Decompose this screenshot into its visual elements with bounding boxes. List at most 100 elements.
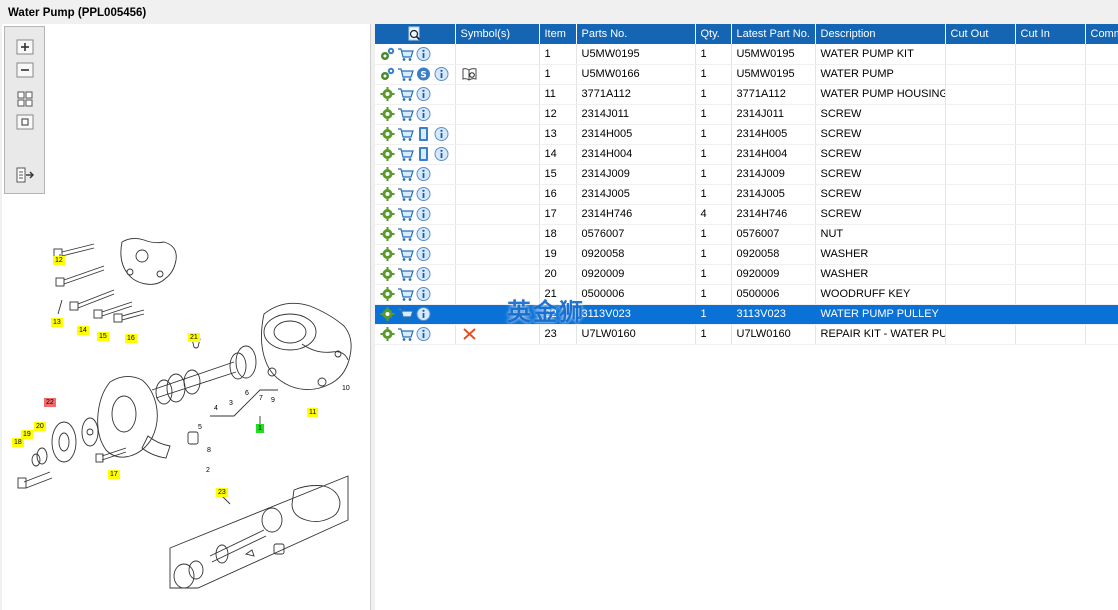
cart-icon[interactable] — [397, 266, 414, 282]
table-row[interactable]: 1 U5MW0195 1 U5MW0195 WATER PUMP KIT — [375, 44, 1118, 65]
info-icon[interactable] — [415, 86, 432, 102]
table-row[interactable]: 23U7LW01601U7LW0160REPAIR KIT - WATER PU… — [375, 324, 1118, 345]
column-header-cut-in[interactable]: Cut In — [1015, 24, 1086, 44]
diagram-number: 5 — [198, 424, 202, 431]
column-header-qty[interactable]: Qty. — [695, 24, 732, 44]
cart-icon[interactable] — [397, 146, 414, 162]
column-header-comment[interactable]: Comment — [1085, 24, 1118, 44]
cart-icon[interactable] — [397, 166, 414, 182]
cart-icon[interactable] — [397, 286, 414, 302]
cart-icon[interactable] — [397, 246, 414, 262]
latest-part-number-cell: 0920009 — [731, 264, 816, 285]
gear-icon[interactable] — [379, 126, 396, 142]
column-header-tools[interactable] — [375, 24, 456, 44]
table-row[interactable]: 13 2314H005 1 2314H005 SCREW — [375, 124, 1118, 145]
gear-icon[interactable] — [379, 306, 396, 322]
gear-icon[interactable] — [379, 86, 396, 102]
callout-13[interactable]: 13 — [51, 318, 63, 327]
table-row[interactable]: 22 3113V023 1 3113V023 WATER PUMP PULLEY — [375, 304, 1118, 325]
illustration-panel[interactable]: 12 13 14 15 16 21 22 20 19 18 17 1 11 23… — [2, 24, 371, 610]
cart-icon[interactable] — [397, 126, 414, 142]
gear-icon[interactable] — [379, 226, 396, 242]
callout-15[interactable]: 15 — [97, 332, 109, 341]
cart-icon[interactable] — [397, 46, 414, 62]
info-icon[interactable] — [415, 266, 432, 282]
zoom-out-icon[interactable] — [14, 60, 36, 80]
callout-22[interactable]: 22 — [44, 398, 56, 407]
document-icon[interactable] — [415, 146, 432, 162]
fit-all-icon[interactable] — [14, 89, 36, 109]
table-row[interactable]: 17 2314H746 4 2314H746 SCREW — [375, 204, 1118, 225]
column-header-item[interactable]: Item — [539, 24, 577, 44]
callout-11[interactable]: 11 — [307, 408, 319, 417]
info-icon[interactable] — [433, 66, 450, 82]
info-icon[interactable] — [415, 206, 432, 222]
column-header-cut-out[interactable]: Cut Out — [945, 24, 1016, 44]
cart-icon[interactable] — [397, 206, 414, 222]
callout-14[interactable]: 14 — [77, 326, 89, 335]
info-icon[interactable] — [415, 306, 432, 322]
cart-icon[interactable] — [397, 306, 414, 322]
cart-icon[interactable] — [397, 326, 414, 342]
gear-icon[interactable] — [379, 106, 396, 122]
table-row[interactable]: 16 2314J005 1 2314J005 SCREW — [375, 184, 1118, 205]
callout-23[interactable]: 23 — [216, 488, 228, 497]
info-icon[interactable] — [415, 226, 432, 242]
description-cell: WATER PUMP — [815, 64, 946, 85]
table-row[interactable]: S 1 U5MW0166 1 U5MW0195 WATER PUMP — [375, 64, 1118, 85]
info-icon[interactable] — [433, 146, 450, 162]
gear-icon[interactable] — [379, 246, 396, 262]
info-icon[interactable] — [433, 126, 450, 142]
configure-icon[interactable] — [379, 66, 396, 82]
table-row[interactable]: 11 3771A112 1 3771A112 WATER PUMP HOUSING — [375, 84, 1118, 105]
info-icon[interactable] — [415, 166, 432, 182]
configure-icon[interactable] — [379, 46, 396, 62]
gear-icon[interactable] — [379, 286, 396, 302]
service-icon[interactable]: S — [415, 66, 432, 82]
info-icon[interactable] — [415, 246, 432, 262]
gear-icon[interactable] — [379, 206, 396, 222]
cart-icon[interactable] — [397, 106, 414, 122]
export-icon[interactable] — [14, 165, 36, 185]
table-row[interactable]: 14 2314H004 1 2314H004 SCREW — [375, 144, 1118, 165]
table-row[interactable]: 19 0920058 1 0920058 WASHER — [375, 244, 1118, 265]
cart-icon[interactable] — [397, 86, 414, 102]
callout-1[interactable]: 1 — [256, 424, 264, 433]
gear-icon[interactable] — [379, 166, 396, 182]
removed-cross-icon[interactable] — [461, 326, 478, 342]
table-row[interactable]: 18 0576007 1 0576007 NUT — [375, 224, 1118, 245]
table-row[interactable]: 15 2314J009 1 2314J009 SCREW — [375, 164, 1118, 185]
cart-icon[interactable] — [397, 186, 414, 202]
gear-icon[interactable] — [379, 266, 396, 282]
callout-17[interactable]: 17 — [108, 470, 120, 479]
info-icon[interactable] — [415, 106, 432, 122]
column-header-latest-part-no[interactable]: Latest Part No. — [731, 24, 816, 44]
column-header-parts-no[interactable]: Parts No. — [576, 24, 696, 44]
callout-16[interactable]: 16 — [125, 334, 137, 343]
info-icon[interactable] — [415, 286, 432, 302]
gear-icon[interactable] — [379, 146, 396, 162]
column-header-symbols[interactable]: Symbol(s) — [455, 24, 540, 44]
zoom-in-icon[interactable] — [14, 37, 36, 57]
table-row[interactable]: 20 0920009 1 0920009 WASHER — [375, 264, 1118, 285]
callout-21[interactable]: 21 — [188, 333, 200, 342]
book-view-icon[interactable] — [461, 66, 478, 82]
actual-size-icon[interactable] — [14, 112, 36, 132]
info-icon[interactable] — [415, 326, 432, 342]
search-document-icon[interactable] — [406, 26, 423, 42]
info-icon[interactable] — [415, 186, 432, 202]
cart-icon[interactable] — [397, 226, 414, 242]
parts-list[interactable]: Symbol(s) Item Parts No. Qty. Latest Par… — [375, 24, 1118, 610]
exploded-diagram[interactable]: 12 13 14 15 16 21 22 20 19 18 17 1 11 23… — [2, 204, 370, 610]
callout-18[interactable]: 18 — [12, 438, 24, 447]
column-header-description[interactable]: Description — [815, 24, 946, 44]
table-row[interactable]: 12 2314J011 1 2314J011 SCREW — [375, 104, 1118, 125]
gear-icon[interactable] — [379, 326, 396, 342]
document-icon[interactable] — [415, 126, 432, 142]
table-row[interactable]: 21 0500006 1 0500006 WOODRUFF KEY — [375, 284, 1118, 305]
callout-20[interactable]: 20 — [34, 422, 46, 431]
gear-icon[interactable] — [379, 186, 396, 202]
cart-icon[interactable] — [397, 66, 414, 82]
info-icon[interactable] — [415, 46, 432, 62]
callout-12[interactable]: 12 — [53, 256, 65, 265]
